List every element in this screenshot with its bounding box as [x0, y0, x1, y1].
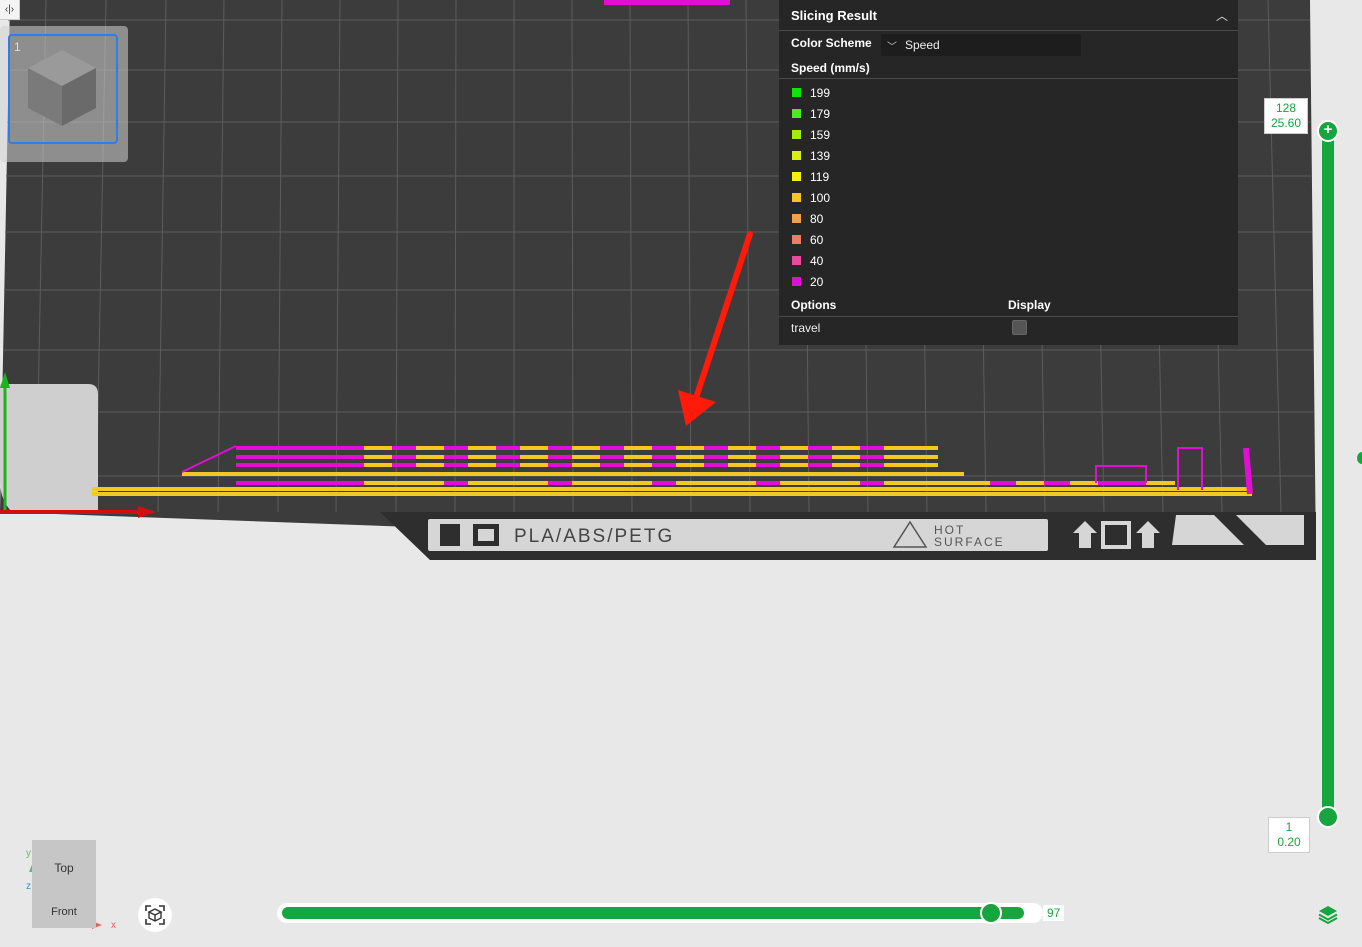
legend-item: 100: [792, 187, 830, 208]
panel-title: Slicing Result: [791, 8, 877, 23]
legend-item: 119: [792, 166, 830, 187]
legend-item: 80: [792, 208, 830, 229]
edge-indicator: [1357, 452, 1362, 464]
view-cube-front-label: Front: [51, 906, 77, 918]
move-slider-handle[interactable]: [980, 902, 1002, 924]
reset-view-button[interactable]: [138, 898, 172, 932]
axis-z-label: z: [26, 881, 31, 892]
divider: [779, 316, 1238, 317]
top-layer-readout: 128 25.60: [1264, 98, 1308, 134]
legend-item: 139: [792, 145, 830, 166]
legend-value: 179: [810, 106, 831, 121]
legend-item: 199: [792, 82, 830, 103]
legend-item: 60: [792, 229, 830, 250]
display-header: Display: [1008, 298, 1051, 312]
legend-swatch: [792, 151, 801, 160]
chevron-up-icon[interactable]: ︿: [1216, 7, 1228, 24]
legend-swatch: [792, 277, 801, 286]
speed-legend: 199 179 159 139 119 100 80 60 40 20: [792, 82, 830, 292]
legend-swatch: [792, 214, 801, 223]
layers-icon: [1318, 906, 1338, 924]
legend-item: 40: [792, 250, 830, 271]
legend-value: 159: [810, 127, 831, 142]
legend-item: 159: [792, 124, 830, 145]
top-layer-height: 25.60: [1270, 116, 1302, 130]
bottom-layer-readout: 1 0.20: [1268, 817, 1310, 853]
legend-swatch: [792, 256, 801, 265]
legend-value: 60: [810, 232, 824, 247]
legend-item: 20: [792, 271, 830, 292]
legend-item: 179: [792, 103, 830, 124]
bottom-layer-height: 0.20: [1277, 835, 1301, 849]
view-cube-top-label: Top: [54, 861, 74, 875]
legend-value: 119: [810, 169, 830, 184]
legend-value: 139: [810, 148, 831, 163]
options-header: Options: [791, 298, 837, 312]
speed-legend-title: Speed (mm/s): [791, 61, 870, 75]
legend-swatch: [792, 130, 801, 139]
color-scheme-label: Color Scheme: [791, 36, 872, 50]
layers-button[interactable]: [1316, 902, 1340, 926]
legend-swatch: [792, 193, 801, 202]
legend-value: 80: [810, 211, 824, 226]
view-cube[interactable]: Top Front: [32, 840, 96, 928]
legend-swatch: [792, 109, 801, 118]
travel-checkbox[interactable]: [1012, 320, 1027, 335]
axis-x-label: x: [111, 920, 116, 931]
axis-y-label: y: [26, 848, 31, 859]
legend-value: 20: [810, 274, 824, 289]
plate-corner-cutout: [0, 384, 98, 512]
legend-swatch: [792, 235, 801, 244]
layer-slider-top-handle[interactable]: +: [1317, 120, 1339, 142]
legend-swatch: [792, 172, 801, 181]
divider: [779, 30, 1238, 31]
hot-warning-line2: SURFACE: [934, 535, 1005, 549]
move-slider-value: 97: [1043, 905, 1065, 921]
layer-slider-track[interactable]: [1322, 131, 1334, 817]
legend-value: 100: [810, 190, 831, 205]
slicing-result-panel: Slicing Result ︿ Color Scheme ﹀ Speed Sp…: [779, 0, 1238, 345]
cube-icon: [28, 50, 96, 126]
object-index: 1: [14, 40, 21, 54]
layer-slider-bottom-handle[interactable]: [1317, 806, 1339, 828]
panel-toggle-button[interactable]: ‹|›: [0, 0, 20, 20]
reset-view-icon: [145, 905, 165, 925]
color-scheme-value: Speed: [905, 38, 940, 52]
object-thumbnail[interactable]: [8, 34, 118, 144]
divider: [779, 78, 1238, 79]
color-scheme-select[interactable]: ﹀ Speed: [881, 34, 1081, 56]
legend-value: 199: [810, 85, 831, 100]
move-slider-track[interactable]: [282, 907, 1024, 919]
bottom-layer-number: 1: [1285, 820, 1293, 834]
top-layer-number: 128: [1275, 101, 1297, 115]
chevron-down-icon: ﹀: [887, 41, 897, 53]
object-list-panel: 1: [0, 26, 128, 162]
legend-value: 40: [810, 253, 824, 268]
bed-filament-label: PLA/ABS/PETG: [514, 526, 674, 547]
travel-option-label: travel: [791, 321, 821, 335]
legend-swatch: [792, 88, 801, 97]
